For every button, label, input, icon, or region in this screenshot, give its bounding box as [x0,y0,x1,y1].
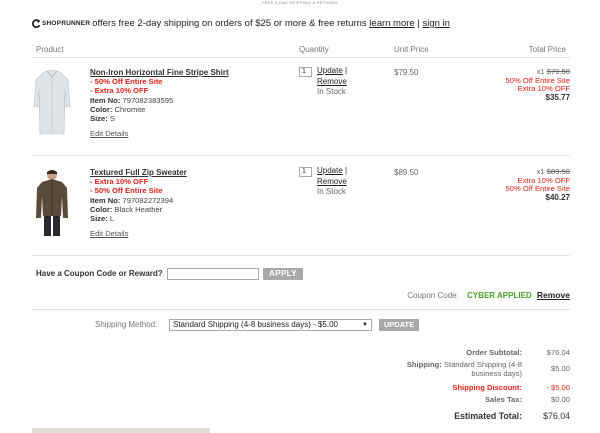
divider [32,309,570,310]
quantity-input[interactable]: 1 [299,67,312,77]
item-color: Chromite [114,104,146,114]
sign-in-link[interactable]: sign in [422,18,449,29]
update-link[interactable]: Update [317,66,343,75]
shoprunner-message: offers free 2-day shipping on orders of … [92,18,367,29]
header-product: Product [36,45,64,54]
coupon-label: Have a Coupon Code or Reward? [36,269,163,278]
shirt-product-image[interactable] [32,66,72,136]
original-price: $89.50 [546,167,570,176]
shipping-summary-label: Shipping: Standard Shipping (4-8 busines… [406,360,522,378]
subtotal-label: Order Subtotal: [466,348,522,357]
header-total-price: Total Price [528,45,566,54]
chevron-down-icon: ▼ [362,322,368,328]
bottom-banner [32,428,210,433]
header-quantity: Quantity [299,45,329,54]
cart-table-header: Product Quantity Unit Price Total Price [32,40,570,58]
apply-coupon-button[interactable]: APPLY [263,268,303,280]
item-size: S [109,114,115,124]
coupon-input[interactable] [167,268,259,280]
cart-item-row: Textured Full Zip Sweater - Extra 10% OF… [32,160,570,256]
stock-status: In Stock [317,87,346,96]
header-unit-price: Unit Price [394,45,429,54]
product-info: Textured Full Zip Sweater - Extra 10% OF… [90,168,290,238]
sweater-product-image[interactable] [32,168,72,238]
shipping-value: $5.00 [550,364,570,373]
item-total: $35.77 [545,92,570,102]
unit-price: $79.50 [394,68,419,77]
edit-details-link[interactable]: Edit Details [90,129,290,138]
item-size: L [109,214,115,224]
promo-label: - Extra 10% OFF [90,177,149,187]
product-info: Non-Iron Horizontal Fine Stripe Shirt - … [90,68,290,138]
shipping-method-label: Shipping Method: [95,320,158,329]
item-number: 797082383595 [122,95,174,105]
sales-tax-value: $0.00 [550,395,570,404]
edit-details-link[interactable]: Edit Details [90,229,290,238]
promo-label: - Extra 10% OFF [90,86,149,96]
unit-price: $89.50 [394,168,419,177]
learn-more-link[interactable]: learn more [369,18,414,29]
quantity-input[interactable]: 1 [299,167,312,177]
total-price-cell: x1 $79.50 50% Off Entire Site Extra 10% … [460,67,570,102]
shipping-discount-value: - $5.00 [546,383,570,392]
shoprunner-logo: SHOPRUNNER [32,19,90,28]
cart-item-row: Non-Iron Horizontal Fine Stripe Shirt - … [32,60,570,156]
promo-label: - 50% Off Entire Site [90,77,163,87]
sales-tax-label: Sales Tax: [484,395,522,404]
product-name-link[interactable]: Textured Full Zip Sweater [90,168,290,177]
estimated-total-label: Estimated Total: [454,411,522,421]
item-number: 797082272394 [122,195,174,205]
stock-status: In Stock [317,187,346,196]
shipping-method-select[interactable]: Standard Shipping (4-8 business days) - … [169,319,372,331]
subtotal-value: $76.04 [546,348,570,357]
remove-link[interactable]: Remove [317,177,347,186]
applied-coupon: Coupon Code: CYBER APPLIED Remove [407,290,570,300]
shoprunner-icon [32,19,41,28]
shoprunner-banner: SHOPRUNNER offers free 2-day shipping on… [32,18,450,29]
update-shipping-button[interactable]: UPDATE [379,319,419,331]
product-name-link[interactable]: Non-Iron Horizontal Fine Stripe Shirt [90,68,290,77]
original-price: $79.50 [546,67,570,76]
estimated-total-value: $76.04 [543,411,570,421]
total-price-cell: x1 $89.50 Extra 10% OFF 50% Off Entire S… [460,167,570,202]
promo-label: - 50% Off Entire Site [90,186,163,196]
coupon-code: CYBER APPLIED [467,291,532,300]
shipping-discount-label: Shipping Discount: [452,383,522,392]
item-total: $40.27 [545,192,570,202]
item-color: Black Heather [114,204,163,214]
update-link[interactable]: Update [317,166,343,175]
promo-strip: FREE 2-DAY SHIPPING & RETURNS [261,0,339,5]
remove-coupon-link[interactable]: Remove [537,290,570,300]
remove-link[interactable]: Remove [317,77,347,86]
